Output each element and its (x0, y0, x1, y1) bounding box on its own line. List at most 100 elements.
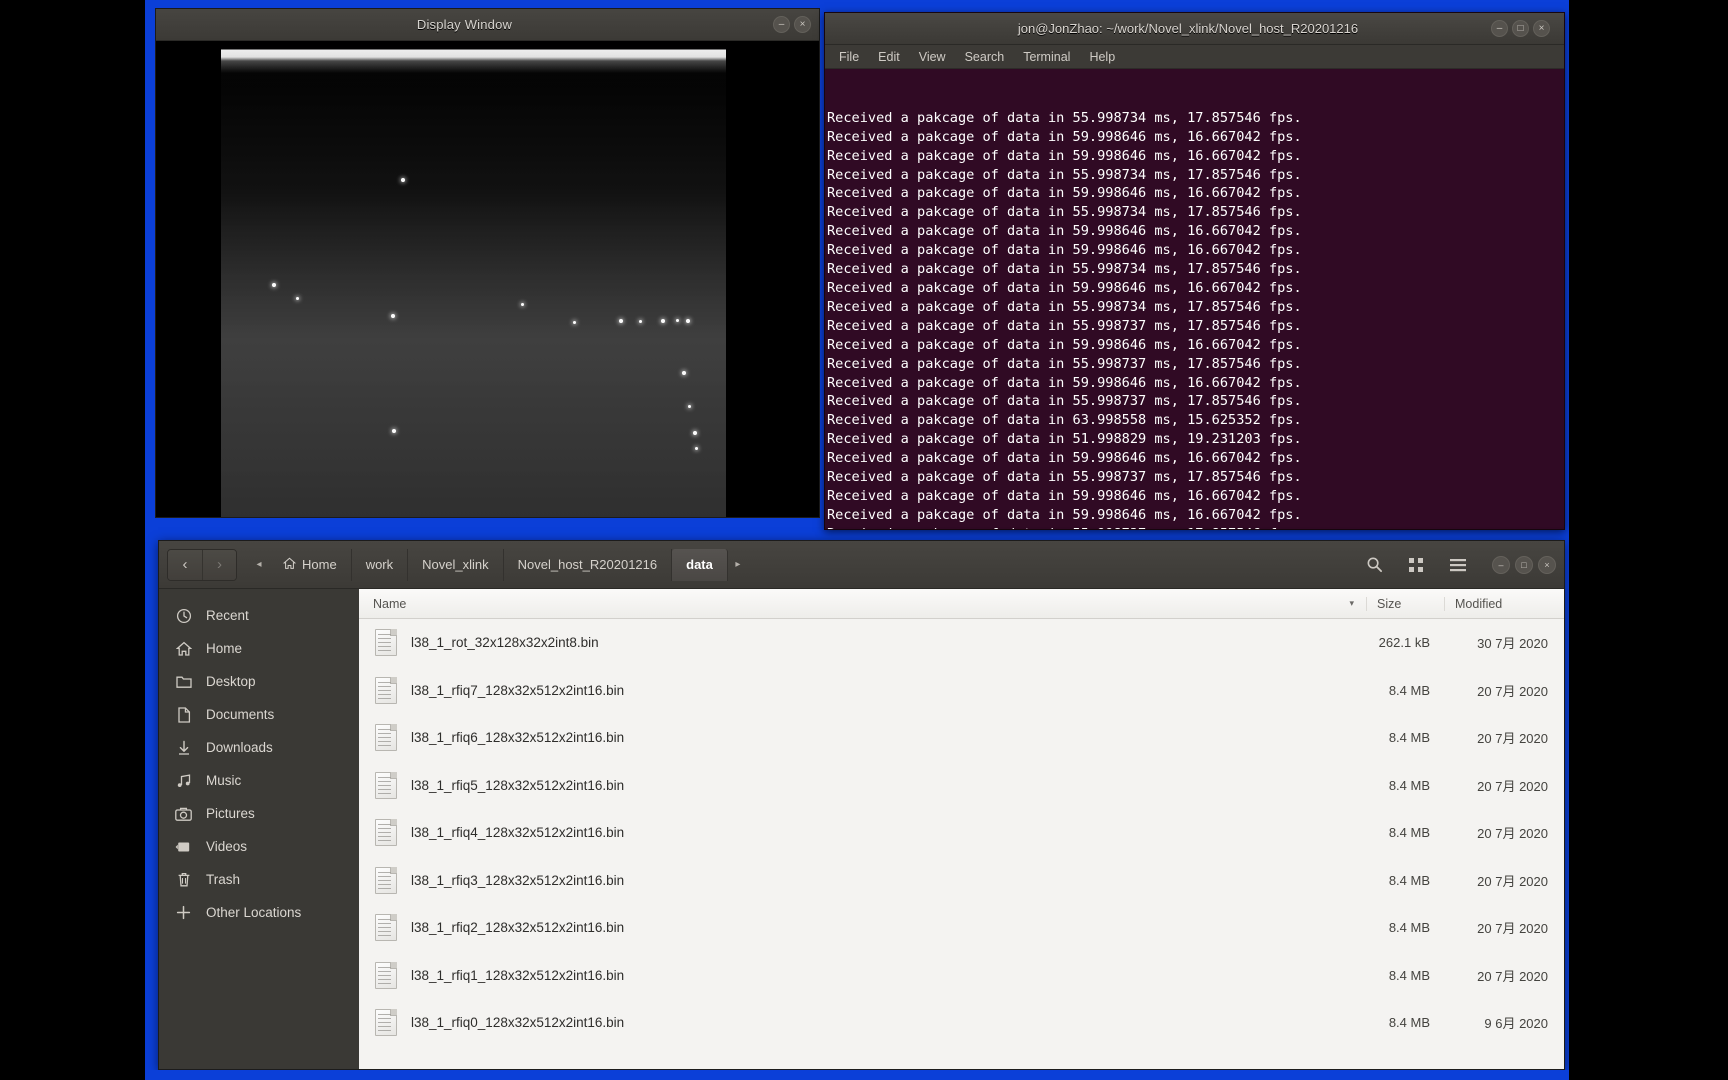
sidebar-item-other-locations[interactable]: Other Locations (159, 896, 359, 929)
file-modified-cell: 20 7月 2020 (1477, 873, 1548, 889)
file-modified-cell: 20 7月 2020 (1477, 683, 1548, 699)
table-row[interactable]: l38_1_rfiq1_128x32x512x2int16.bin 8.4 MB 2… (359, 952, 1564, 1000)
breadcrumb-label-home: Home (302, 557, 337, 572)
ultrasound-image (221, 47, 726, 517)
sidebar-label: Other Locations (206, 905, 302, 920)
search-icon[interactable] (1356, 549, 1392, 581)
file-manager-headerbar: ‹ › ◂ Home work Novel_xlink Novel_host_R… (159, 541, 1564, 589)
terminal-line: Received a pakcage of data in 55.998734 … (827, 204, 1302, 221)
table-row[interactable]: l38_1_rfiq6_128x32x512x2int16.bin 8.4 MB 2… (359, 714, 1564, 762)
breadcrumb-item-home[interactable]: Home (269, 548, 352, 581)
file-name-label: l38_1_rfiq3_128x32x512x2int16.bin (411, 872, 625, 888)
file-name-label: l38_1_rfiq7_128x32x512x2int16.bin (411, 682, 625, 698)
breadcrumb-item-novel-host[interactable]: Novel_host_R20201216 (504, 548, 673, 581)
sidebar-item-documents[interactable]: Documents (159, 698, 359, 731)
file-list[interactable]: Name ▾ Size Modified l38_1_rot_32x128x32… (359, 589, 1564, 1069)
music-icon (175, 772, 192, 789)
table-row[interactable]: l38_1_rfiq5_128x32x512x2int16.bin 8.4 MB 2… (359, 762, 1564, 810)
column-header-size[interactable]: Size (1366, 596, 1444, 611)
home-icon (175, 640, 192, 657)
sidebar-item-pictures[interactable]: Pictures (159, 797, 359, 830)
chevron-down-icon[interactable]: ▾ (1349, 598, 1354, 609)
sidebar-label: Recent (206, 608, 249, 623)
terminal-window-controls: – □ × (1491, 20, 1558, 37)
file-modified-cell: 30 7月 2020 (1477, 636, 1548, 652)
sidebar-label: Videos (206, 839, 248, 854)
minimize-button[interactable]: – (1492, 555, 1510, 574)
breadcrumb-item-work[interactable]: work (352, 548, 409, 581)
menu-view[interactable]: View (917, 49, 948, 65)
column-header-name[interactable]: Name ▾ (359, 597, 1366, 611)
terminal-line: Received a pakcage of data in 59.998646 … (827, 374, 1302, 391)
desktop-bottom-strip (145, 1070, 1569, 1080)
menu-terminal[interactable]: Terminal (1021, 49, 1072, 65)
terminal-line: Received a pakcage of data in 55.998734 … (827, 109, 1302, 126)
home-icon (282, 557, 297, 573)
grid-view-icon[interactable] (1398, 549, 1434, 581)
sidebar-item-videos[interactable]: Videos (159, 830, 359, 863)
display-window[interactable]: Display Window – × (155, 8, 820, 518)
close-button[interactable]: × (1538, 555, 1556, 574)
file-manager-window[interactable]: ‹ › ◂ Home work Novel_xlink Novel_host_R… (158, 540, 1565, 1070)
table-row[interactable]: l38_1_rfiq4_128x32x512x2int16.bin 8.4 MB 2… (359, 809, 1564, 857)
breadcrumb-item-novel-xlink[interactable]: Novel_xlink (408, 548, 504, 581)
file-name-cell: l38_1_rfiq3_128x32x512x2int16.bin (359, 866, 1366, 894)
sidebar-item-trash[interactable]: Trash (159, 863, 359, 896)
table-row[interactable]: l38_1_rot_32x128x32x2int8.bin 262.1 kB 30 … (359, 619, 1564, 667)
sidebar-label: Music (206, 773, 242, 788)
terminal-titlebar[interactable]: jon@JonZhao: ~/work/Novel_xlink/Novel_ho… (825, 13, 1564, 45)
sidebar-label: Trash (206, 872, 241, 887)
back-button[interactable]: ‹ (168, 549, 202, 580)
menu-edit[interactable]: Edit (876, 49, 902, 65)
terminal-line: Received a pakcage of data in 59.998646 … (827, 223, 1302, 240)
terminal-line: Received a pakcage of data in 59.998646 … (827, 336, 1302, 353)
table-row[interactable]: l38_1_rfiq2_128x32x512x2int16.bin 8.4 MB 2… (359, 904, 1564, 952)
terminal-line: Received a pakcage of data in 59.998646 … (827, 128, 1302, 145)
minimize-button[interactable]: – (773, 16, 790, 33)
terminal-window[interactable]: jon@JonZhao: ~/work/Novel_xlink/Novel_ho… (824, 12, 1565, 530)
display-window-titlebar[interactable]: Display Window – × (156, 9, 819, 41)
forward-button[interactable]: › (202, 549, 236, 580)
terminal-line: Received a pakcage of data in 59.998646 … (827, 279, 1302, 296)
menu-search[interactable]: Search (963, 49, 1007, 65)
column-header-modified[interactable]: Modified (1444, 596, 1564, 611)
sidebar-item-recent[interactable]: Recent (159, 599, 359, 632)
file-name-label: l38_1_rfiq6_128x32x512x2int16.bin (411, 730, 625, 746)
sidebar: Recent Home Desktop Documents Downloads … (159, 589, 359, 1069)
menu-file[interactable]: File (837, 49, 861, 65)
file-manager-content: Recent Home Desktop Documents Downloads … (159, 589, 1564, 1069)
camera-icon (175, 805, 192, 822)
terminal-line: Received a pakcage of data in 55.998737 … (827, 525, 1564, 529)
file-modified-cell: 20 7月 2020 (1477, 968, 1548, 984)
download-icon (175, 739, 192, 756)
table-row[interactable]: l38_1_rfiq7_128x32x512x2int16.bin 8.4 MB 2… (359, 667, 1564, 715)
sidebar-item-music[interactable]: Music (159, 764, 359, 797)
breadcrumb-scroll-right-icon[interactable]: ▸ (728, 549, 748, 581)
sidebar-item-home[interactable]: Home (159, 632, 359, 665)
close-button[interactable]: × (1533, 20, 1550, 37)
binary-file-icon (375, 629, 397, 657)
file-rows: l38_1_rot_32x128x32x2int8.bin 262.1 kB 30 … (359, 619, 1564, 1047)
file-name-cell: l38_1_rfiq7_128x32x512x2int16.bin (359, 676, 1366, 704)
minimize-button[interactable]: – (1491, 20, 1508, 37)
terminal-line: Received a pakcage of data in 55.998734 … (827, 298, 1302, 315)
sidebar-item-desktop[interactable]: Desktop (159, 665, 359, 698)
terminal-line: Received a pakcage of data in 59.998646 … (827, 242, 1302, 259)
breadcrumb: ◂ Home work Novel_xlink Novel_host_R2020… (249, 548, 748, 581)
sidebar-item-downloads[interactable]: Downloads (159, 731, 359, 764)
menu-help[interactable]: Help (1087, 49, 1117, 65)
breadcrumb-scroll-left-icon[interactable]: ◂ (249, 549, 269, 581)
binary-file-icon (375, 1009, 397, 1037)
maximize-button[interactable]: □ (1512, 20, 1529, 37)
breadcrumb-item-data[interactable]: data (672, 548, 728, 581)
table-row[interactable]: l38_1_rfiq3_128x32x512x2int16.bin 8.4 MB 2… (359, 857, 1564, 905)
table-row[interactable]: l38_1_rfiq0_128x32x512x2int16.bin 8.4 MB 9… (359, 999, 1564, 1047)
close-button[interactable]: × (794, 16, 811, 33)
document-icon (175, 706, 192, 723)
maximize-button[interactable]: □ (1515, 555, 1533, 574)
binary-file-icon (375, 724, 397, 752)
file-name-cell: l38_1_rfiq4_128x32x512x2int16.bin (359, 819, 1366, 847)
terminal-output[interactable]: Received a pakcage of data in 55.998734 … (825, 69, 1564, 529)
file-size-cell: 8.4 MB (1388, 967, 1430, 983)
menu-icon[interactable] (1440, 549, 1476, 581)
